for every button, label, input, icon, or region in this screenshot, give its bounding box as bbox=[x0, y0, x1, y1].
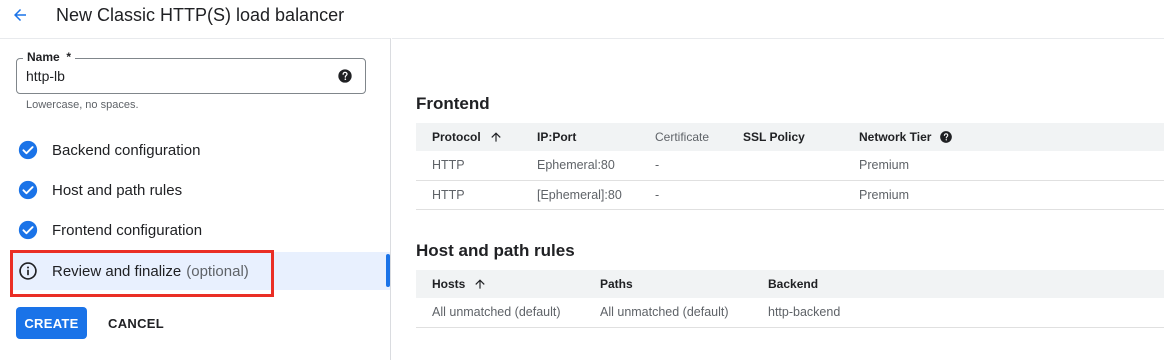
check-circle-icon bbox=[18, 180, 38, 200]
cell-paths: All unmatched (default) bbox=[584, 298, 752, 328]
frontend-section-title: Frontend bbox=[416, 94, 490, 113]
create-button[interactable]: CREATE bbox=[16, 307, 87, 339]
step-optional-tag: (optional) bbox=[186, 262, 249, 280]
cell-network-tier: Premium bbox=[843, 180, 1164, 210]
cell-protocol: HTTP bbox=[416, 151, 521, 181]
name-field[interactable]: Name * bbox=[16, 50, 366, 94]
help-circle-icon[interactable] bbox=[337, 68, 353, 84]
table-header-row: Hosts Paths Backend bbox=[416, 270, 1164, 298]
sort-arrow-up-icon[interactable] bbox=[473, 277, 487, 291]
name-field-label: Name * bbox=[23, 50, 76, 64]
check-circle-icon bbox=[18, 220, 38, 240]
column-header-backend: Backend bbox=[752, 270, 1164, 298]
cell-ssl-policy bbox=[727, 151, 843, 181]
page-title: New Classic HTTP(S) load balancer bbox=[56, 5, 345, 25]
step-frontend-configuration[interactable]: Frontend configuration bbox=[10, 211, 390, 249]
back-button[interactable] bbox=[8, 3, 32, 27]
name-input[interactable] bbox=[26, 66, 326, 86]
column-header-ssl-policy: SSL Policy bbox=[727, 123, 843, 151]
table-row: All unmatched (default) All unmatched (d… bbox=[416, 298, 1164, 328]
cell-certificate: - bbox=[639, 151, 727, 181]
info-icon bbox=[19, 262, 37, 280]
cell-ip-port: [Ephemeral]:80 bbox=[521, 180, 639, 210]
check-circle-icon bbox=[18, 140, 38, 160]
name-field-hint: Lowercase, no spaces. bbox=[26, 99, 139, 111]
cell-hosts: All unmatched (default) bbox=[416, 298, 584, 328]
active-step-indicator bbox=[386, 254, 390, 287]
step-review-and-finalize[interactable]: Review and finalize (optional) bbox=[10, 252, 390, 290]
step-label: Host and path rules bbox=[52, 181, 183, 199]
table-row: HTTP Ephemeral:80 - Premium bbox=[416, 151, 1164, 181]
column-header-protocol[interactable]: Protocol bbox=[416, 123, 521, 151]
cell-ssl-policy bbox=[727, 180, 843, 210]
cancel-button[interactable]: CANCEL bbox=[98, 307, 174, 339]
column-header-certificate: Certificate bbox=[639, 123, 727, 151]
frontend-table: Protocol IP:Port Certificate SSL Policy … bbox=[416, 123, 1164, 210]
left-panel: Name * Lowercase, no spaces. Backend con… bbox=[0, 38, 391, 360]
arrow-back-icon bbox=[14, 9, 26, 21]
step-label: Frontend configuration bbox=[52, 221, 203, 239]
column-header-hosts[interactable]: Hosts bbox=[416, 270, 584, 298]
page-header: New Classic HTTP(S) load balancer bbox=[0, 0, 1164, 30]
cell-network-tier: Premium bbox=[843, 151, 1164, 181]
column-header-paths: Paths bbox=[584, 270, 752, 298]
table-header-row: Protocol IP:Port Certificate SSL Policy … bbox=[416, 123, 1164, 151]
column-header-network-tier: Network Tier bbox=[843, 123, 1164, 151]
column-header-ip-port: IP:Port bbox=[521, 123, 639, 151]
help-circle-icon[interactable] bbox=[939, 130, 953, 144]
host-rules-table: Hosts Paths Backend All unmatched (defau… bbox=[416, 270, 1164, 328]
step-backend-configuration[interactable]: Backend configuration bbox=[10, 131, 390, 169]
host-rules-section-title: Host and path rules bbox=[416, 241, 575, 260]
cell-backend: http-backend bbox=[752, 298, 1164, 328]
sort-arrow-up-icon[interactable] bbox=[489, 130, 503, 144]
cell-certificate: - bbox=[639, 180, 727, 210]
step-label: Review and finalize bbox=[52, 262, 182, 280]
table-row: HTTP [Ephemeral]:80 - Premium bbox=[416, 180, 1164, 210]
step-host-and-path-rules[interactable]: Host and path rules bbox=[10, 171, 390, 209]
cell-protocol: HTTP bbox=[416, 180, 521, 210]
cell-ip-port: Ephemeral:80 bbox=[521, 151, 639, 181]
step-label: Backend configuration bbox=[52, 141, 201, 159]
summary-panel: Frontend Protocol IP:Port Certificate SS… bbox=[392, 38, 1164, 360]
